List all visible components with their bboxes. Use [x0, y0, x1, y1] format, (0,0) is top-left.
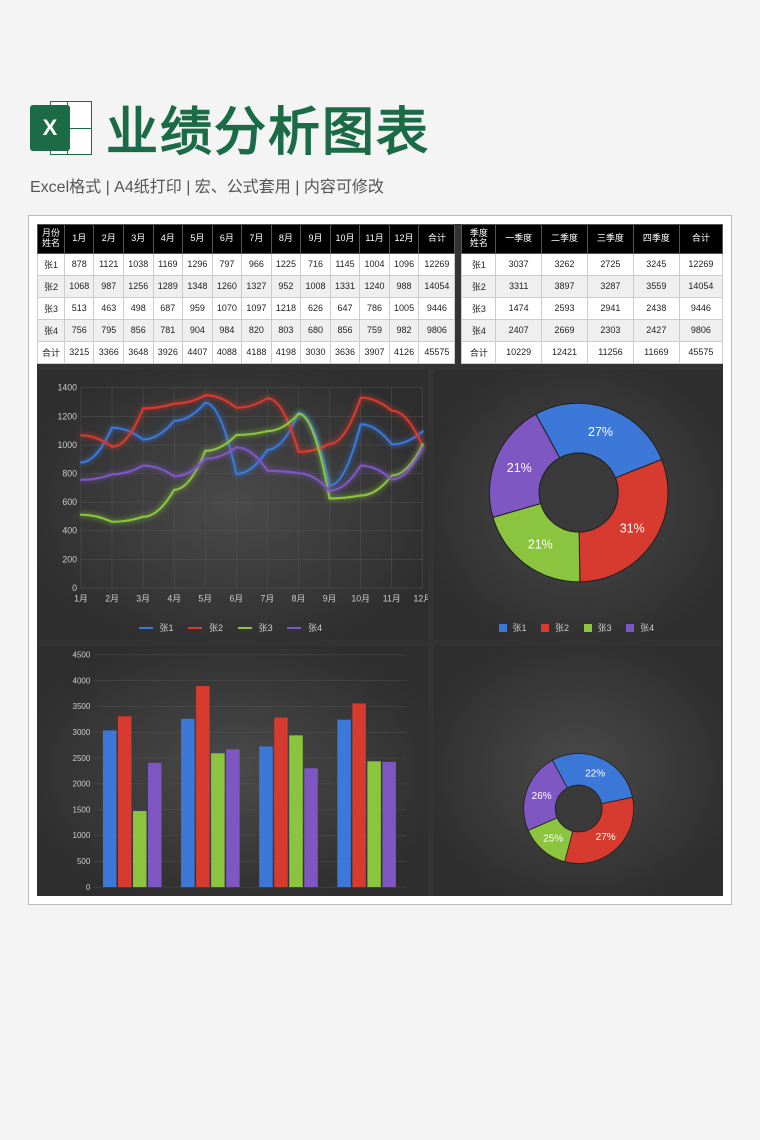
svg-text:200: 200 — [62, 554, 77, 564]
table-row: 张2331138973287355914054 — [462, 275, 723, 297]
table-header: 合计 — [419, 225, 455, 254]
table-header: 6月 — [212, 225, 242, 254]
template-preview: 月份 姓名1月2月3月4月5月6月7月8月9月10月11月12月合计 张1878… — [28, 215, 732, 905]
donut-chart: 27% 31% 21% 21% 张1 张2 张3 张4 — [434, 370, 723, 640]
svg-text:8月: 8月 — [292, 593, 306, 603]
svg-text:4500: 4500 — [73, 650, 91, 659]
svg-text:1200: 1200 — [58, 411, 78, 421]
excel-icon: X — [30, 97, 92, 159]
svg-text:3500: 3500 — [73, 702, 91, 711]
line-legend: 张1 张2 张3 张4 — [37, 621, 428, 634]
table-header: 3月 — [124, 225, 154, 254]
svg-text:27%: 27% — [588, 425, 613, 439]
svg-text:4000: 4000 — [73, 676, 91, 685]
table-header: 7月 — [242, 225, 272, 254]
table-header: 5月 — [183, 225, 213, 254]
excel-badge: X — [30, 105, 70, 151]
svg-text:25%: 25% — [543, 833, 563, 844]
svg-text:600: 600 — [62, 497, 77, 507]
svg-text:22%: 22% — [585, 768, 605, 779]
donut-chart-2: 22% 27% 25% 26% — [434, 646, 723, 896]
svg-text:2500: 2500 — [73, 754, 91, 763]
table-row: 张314742593294124389446 — [462, 297, 723, 319]
svg-text:21%: 21% — [527, 537, 552, 551]
svg-text:3000: 3000 — [73, 728, 91, 737]
bar-chart: 0 500 1000 1500 2000 2500 3000 3500 4000 4500 — [37, 646, 428, 896]
table-row: 张424072669230324279806 — [462, 319, 723, 341]
table-row: 张210689871256128913481260132795210081331… — [38, 275, 455, 297]
table-header: 2月 — [94, 225, 124, 254]
svg-text:400: 400 — [62, 526, 77, 536]
table-header: 一季度 — [496, 225, 542, 254]
svg-text:1000: 1000 — [58, 440, 78, 450]
donut-legend: 张1 张2 张3 张4 — [434, 621, 723, 634]
svg-text:27%: 27% — [595, 832, 615, 843]
table-corner: 季度 姓名 — [462, 225, 496, 254]
svg-text:800: 800 — [62, 468, 77, 478]
table-row: 张1303732622725324512269 — [462, 253, 723, 275]
svg-text:21%: 21% — [506, 461, 531, 475]
table-header: 二季度 — [542, 225, 588, 254]
table-header: 8月 — [271, 225, 301, 254]
table-header: 11月 — [360, 225, 390, 254]
svg-text:0: 0 — [72, 583, 77, 593]
svg-text:6月: 6月 — [229, 593, 243, 603]
line-chart: 0 200 400 600 800 1000 1200 1400 1月 2月 3月 4月 5月 6月 7月 8… — [37, 370, 428, 640]
svg-text:1月: 1月 — [74, 593, 88, 603]
table-row: 张351346349868795910701097121862664778610… — [38, 297, 455, 319]
table-row: 合计1022912421112561166945575 — [462, 341, 723, 363]
svg-text:26%: 26% — [531, 791, 551, 802]
svg-text:9月: 9月 — [323, 593, 337, 603]
svg-text:500: 500 — [77, 857, 91, 866]
table-header: 12月 — [389, 225, 419, 254]
svg-text:1400: 1400 — [58, 383, 78, 393]
page-title: 业绩分析图表 — [106, 90, 430, 165]
svg-text:1000: 1000 — [73, 831, 91, 840]
table-header: 9月 — [301, 225, 331, 254]
svg-text:3月: 3月 — [136, 593, 150, 603]
table-header: 4月 — [153, 225, 183, 254]
svg-text:1500: 1500 — [73, 805, 91, 814]
svg-text:0: 0 — [86, 883, 91, 892]
table-header: 1月 — [64, 225, 94, 254]
table-row: 合计32153366364839264407408841884198303036… — [38, 341, 455, 363]
svg-text:5月: 5月 — [198, 593, 212, 603]
svg-text:10月: 10月 — [351, 593, 370, 603]
svg-text:7月: 7月 — [261, 593, 275, 603]
quarterly-table: 季度 姓名一季度二季度三季度四季度合计 张1303732622725324512… — [461, 224, 723, 364]
table-row: 张475679585678190498482080368085675998298… — [38, 319, 455, 341]
table-row: 张187811211038116912967979661225716114510… — [38, 253, 455, 275]
svg-text:2000: 2000 — [73, 779, 91, 788]
table-header: 合计 — [679, 225, 722, 254]
table-header: 三季度 — [587, 225, 633, 254]
svg-text:12月: 12月 — [413, 593, 427, 603]
svg-text:2月: 2月 — [105, 593, 119, 603]
svg-text:4月: 4月 — [167, 593, 181, 603]
svg-text:11月: 11月 — [383, 593, 401, 603]
monthly-table: 月份 姓名1月2月3月4月5月6月7月8月9月10月11月12月合计 张1878… — [37, 224, 455, 364]
header: X 业绩分析图表 — [0, 0, 760, 171]
page-subtitle: Excel格式 | A4纸打印 | 宏、公式套用 | 内容可修改 — [0, 171, 760, 215]
table-corner: 月份 姓名 — [38, 225, 65, 254]
table-header: 10月 — [330, 225, 360, 254]
table-header: 四季度 — [633, 225, 679, 254]
svg-text:31%: 31% — [619, 521, 644, 535]
